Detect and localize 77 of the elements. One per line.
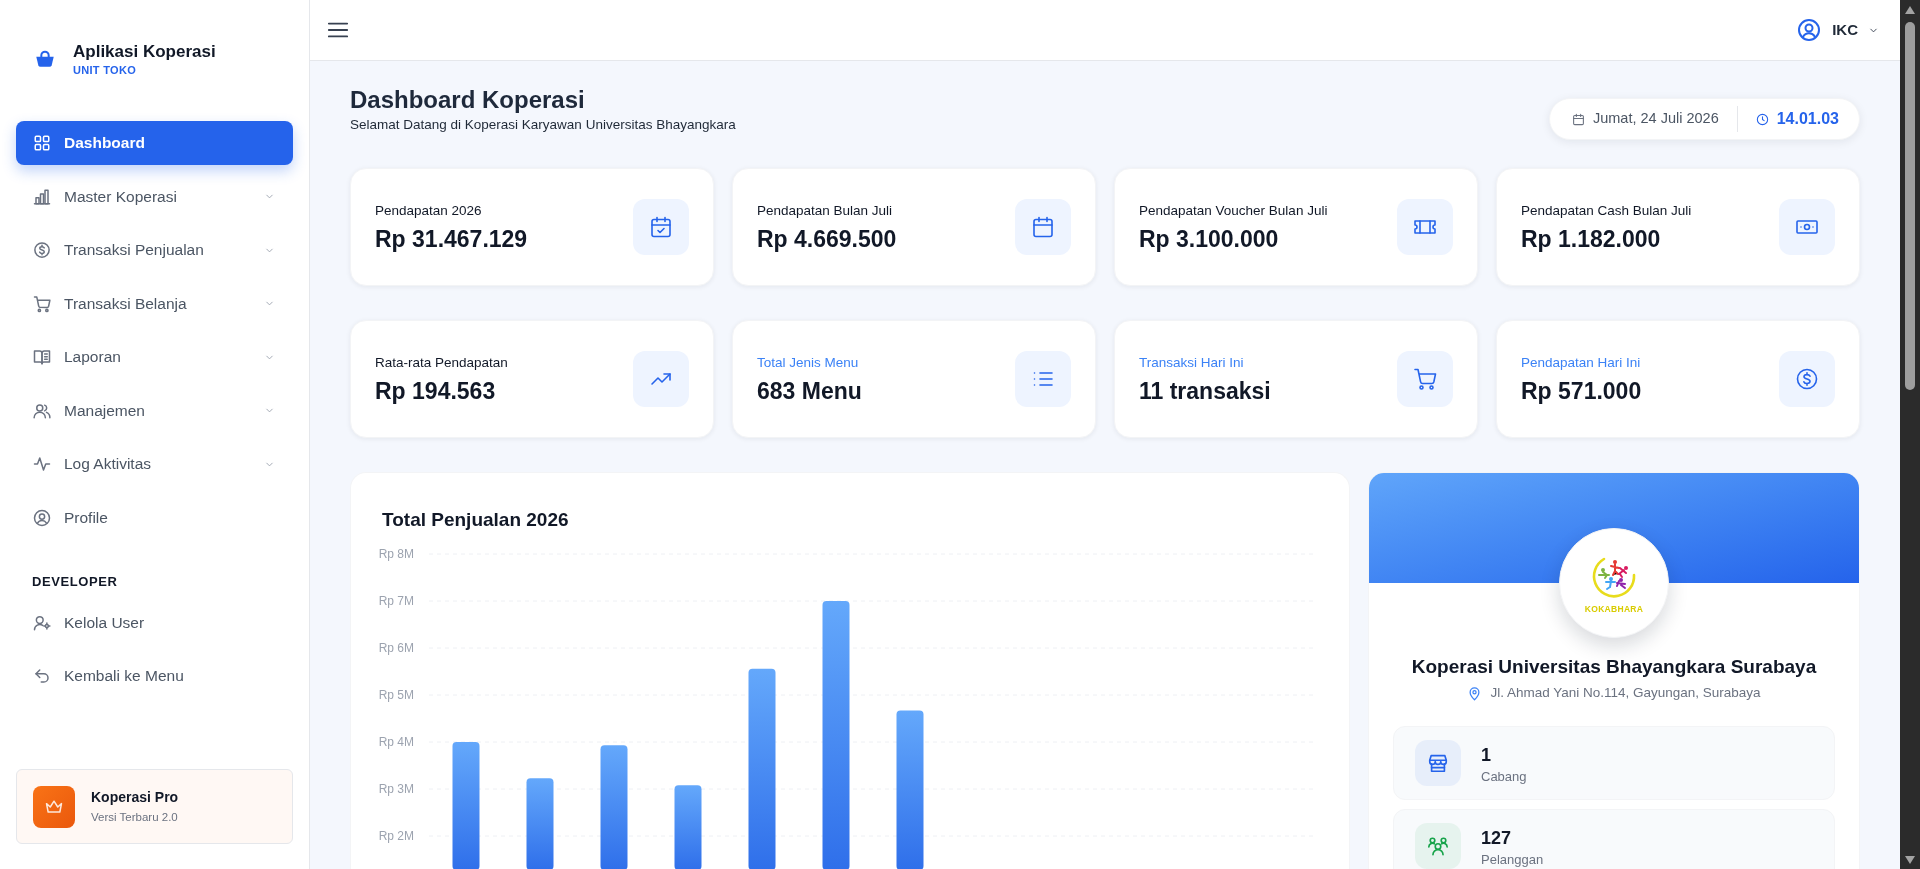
organization-name: Koperasi Universitas Bhayangkara Surabaya (1411, 655, 1817, 679)
scrollbar-thumb[interactable] (1905, 22, 1915, 390)
stat-value: 11 transaksi (1139, 376, 1271, 405)
axis-label: Rp 2M (378, 829, 414, 843)
axis-label: Rp 4M (378, 735, 414, 749)
user-circle-icon (1797, 18, 1822, 42)
sidebar-item[interactable]: Dashboard (16, 121, 293, 165)
axis-label: Rp 7M (378, 594, 414, 608)
calendar-icon (1571, 112, 1585, 126)
sidebar-item[interactable]: Manajemen (16, 388, 293, 433)
user-menu-button[interactable]: IKC (1797, 18, 1879, 42)
summary-value: 127 (1481, 826, 1513, 850)
sidebar-item[interactable]: Kembali ke Menu (16, 654, 293, 698)
summary-value: 1 (1481, 743, 1492, 767)
stat-label: Transaksi Hari Ini (1139, 353, 1245, 371)
summary-label: Pelanggan (1481, 851, 1544, 867)
chart-title: Total Penjualan 2026 (382, 508, 569, 532)
stat-label: Total Jenis Menu (757, 353, 860, 371)
axis-label: Rp 6M (378, 641, 414, 655)
calendar-check-icon (633, 199, 689, 255)
pulse-icon (33, 455, 51, 473)
ticket-icon (1397, 199, 1453, 255)
banknote-icon (1779, 199, 1835, 255)
stat-label: Pendapatan 2026 (375, 201, 483, 219)
calendar-icon (1015, 199, 1071, 255)
stat-value: 683 Menu (757, 376, 862, 405)
scroll-up-icon[interactable] (1905, 6, 1915, 14)
sidebar-item[interactable]: Kelola User (16, 600, 293, 645)
stat-value: Rp 571.000 (1521, 376, 1642, 405)
stat-value: Rp 4.669.500 (757, 224, 897, 253)
book-icon (33, 348, 51, 366)
app-subtitle: UNIT TOKO (73, 63, 137, 77)
address-text: Jl. Ahmad Yani No.114, Gayungan, Surabaya (1490, 684, 1761, 702)
stat-value: Rp 194.563 (375, 376, 497, 405)
users-icon (33, 401, 51, 420)
section-heading: DEVELOPER (32, 573, 118, 589)
user-gear-icon (33, 613, 51, 632)
promo-subtitle: Versi Terbaru 2.0 (91, 810, 179, 825)
promo-title: Koperasi Pro (91, 788, 179, 806)
page-title: Dashboard Koperasi (350, 85, 586, 115)
logo-text: KOKABHARA (1584, 603, 1644, 614)
stat-label: Pendapatan Hari Ini (1521, 353, 1642, 371)
summary-label: Cabang (1481, 768, 1527, 784)
list-icon (1015, 351, 1071, 407)
scrollbar[interactable] (1900, 0, 1920, 869)
app-title: Aplikasi Koperasi (73, 41, 216, 63)
cart-icon (1397, 351, 1453, 407)
cart-icon (33, 294, 51, 313)
stat-value: Rp 3.100.000 (1139, 224, 1280, 253)
basket-icon (34, 48, 56, 70)
user-circle-icon (33, 508, 51, 527)
sidebar-item[interactable]: Transaksi Penjualan (16, 228, 293, 272)
time-text: 14.01.03 (1776, 109, 1839, 129)
bar-chart-icon (33, 187, 51, 206)
sidebar-item[interactable]: Log Aktivitas (16, 442, 293, 486)
return-arrow-icon (33, 667, 51, 685)
stat-label: Pendapatan Cash Bulan Juli (1521, 201, 1692, 219)
grid-icon (33, 134, 51, 152)
stat-label: Pendapatan Bulan Juli (757, 201, 894, 219)
crown-icon (33, 785, 75, 828)
scroll-down-icon[interactable] (1905, 856, 1915, 864)
trend-up-icon (633, 351, 689, 407)
dollar-circle-icon (33, 241, 51, 259)
stat-value: Rp 31.467.129 (375, 224, 528, 253)
page-subtitle: Selamat Datang di Koperasi Karyawan Universitas Bhayangkara (350, 116, 736, 134)
axis-label: Rp 3M (378, 782, 414, 796)
axis-label: Rp 5M (378, 688, 414, 702)
axis-label: Rp 8M (378, 547, 414, 561)
sidebar-item[interactable]: Master Koperasi (16, 174, 293, 219)
sidebar-item[interactable]: Transaksi Belanja (16, 281, 293, 326)
stat-label: Pendapatan Voucher Bulan Juli (1139, 201, 1328, 219)
stat-label: Rata-rata Pendapatan (375, 353, 508, 371)
sidebar-item[interactable]: Laporan (16, 335, 293, 379)
clock-icon (1755, 112, 1769, 126)
date-text: Jumat, 24 Juli 2026 (1592, 109, 1719, 129)
sidebar-item[interactable]: Profile (16, 495, 293, 540)
stat-value: Rp 1.182.000 (1521, 224, 1662, 253)
